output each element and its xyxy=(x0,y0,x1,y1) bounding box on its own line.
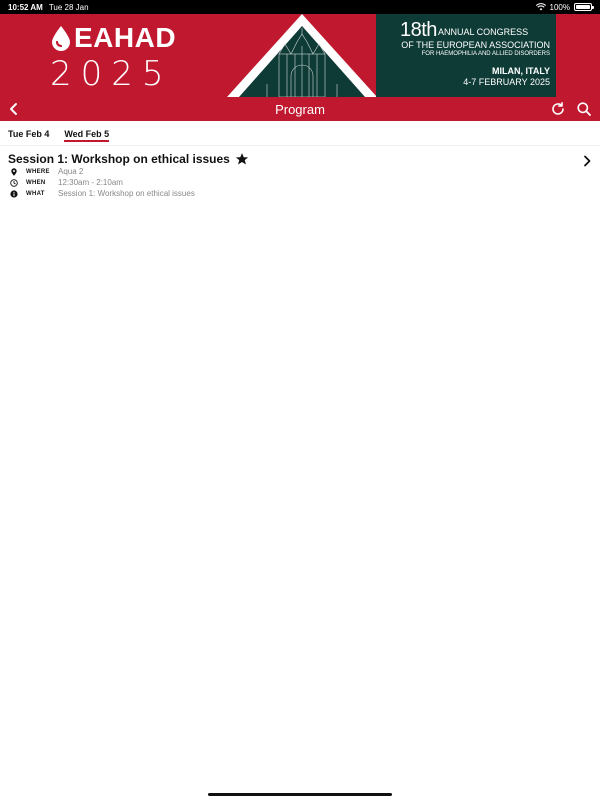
session-title: Session 1: Workshop on ethical issues xyxy=(8,152,230,166)
info-icon xyxy=(10,189,18,198)
clock-icon xyxy=(10,178,18,187)
what-label: WHAT xyxy=(26,190,45,197)
status-time: 10:52 AM xyxy=(8,2,43,12)
status-bar: 10:52 AM Tue 28 Jan 100% xyxy=(0,0,600,14)
battery-icon xyxy=(574,3,594,11)
search-icon[interactable] xyxy=(576,101,592,117)
status-date: Tue 28 Jan xyxy=(48,2,89,12)
what-value: Session 1: Workshop on ethical issues xyxy=(58,189,195,198)
congress-city: MILAN, ITALY xyxy=(492,66,550,76)
favorite-star-icon[interactable] xyxy=(235,152,249,166)
back-chevron-icon[interactable] xyxy=(6,101,22,117)
session-list-item[interactable]: Session 1: Workshop on ethical issues WH… xyxy=(0,152,600,199)
tab-wed-feb-5[interactable]: Wed Feb 5 xyxy=(64,121,109,145)
chevron-right-icon[interactable] xyxy=(582,155,592,167)
home-indicator[interactable] xyxy=(208,793,392,796)
wifi-icon xyxy=(535,3,546,11)
congress-dates: 4-7 FEBRUARY 2025 xyxy=(463,77,550,87)
congress-panel: 18th ANNUAL CONGRESS OF THE EUROPEAN ASS… xyxy=(376,14,556,97)
nav-bar: Program xyxy=(0,97,600,121)
battery-percent: 100% xyxy=(549,2,570,12)
cathedral-illustration xyxy=(227,14,377,97)
day-tabs: Tue Feb 4 Wed Feb 5 xyxy=(0,121,600,146)
session-what: WHAT Session 1: Workshop on ethical issu… xyxy=(8,188,592,199)
blood-drop-icon xyxy=(52,26,70,51)
congress-number: 18th xyxy=(400,19,437,41)
logo-year: 2025 xyxy=(50,54,173,94)
eahad-logo: EAHAD 2025 xyxy=(50,22,176,94)
logo-name: EAHAD xyxy=(74,22,177,53)
congress-line3: FOR HAEMOPHILIA AND ALLIED DISORDERS xyxy=(421,51,550,57)
where-value: Aqua 2 xyxy=(58,167,84,176)
session-where: WHERE Aqua 2 xyxy=(8,166,592,177)
where-label: WHERE xyxy=(26,168,50,175)
congress-line2: OF THE EUROPEAN ASSOCIATION xyxy=(401,40,550,50)
session-when: WHEN 12:30am - 2:10am xyxy=(8,177,592,188)
congress-banner: EAHAD 2025 18th ANNUAL CONGRESS OF THE E… xyxy=(0,14,600,97)
status-right: 100% xyxy=(535,2,594,12)
when-value: 12:30am - 2:10am xyxy=(58,178,123,187)
tab-tue-feb-4[interactable]: Tue Feb 4 xyxy=(8,121,49,145)
refresh-icon[interactable] xyxy=(550,101,566,117)
when-label: WHEN xyxy=(26,179,46,186)
congress-line1: ANNUAL CONGRESS xyxy=(437,27,529,37)
location-pin-icon xyxy=(11,167,17,176)
page-title: Program xyxy=(275,101,325,117)
